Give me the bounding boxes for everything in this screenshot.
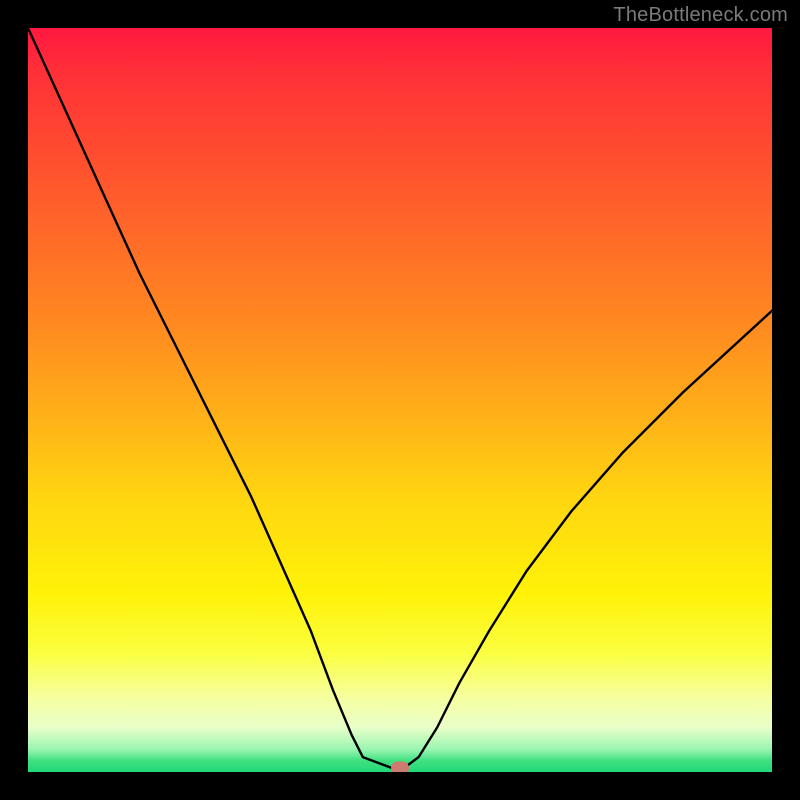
- plot-area: [28, 28, 772, 772]
- curve-svg: [28, 28, 772, 772]
- chart-frame: TheBottleneck.com: [0, 0, 800, 800]
- optimum-marker: [391, 762, 409, 772]
- curve-path: [28, 28, 772, 768]
- watermark-text: TheBottleneck.com: [613, 4, 788, 27]
